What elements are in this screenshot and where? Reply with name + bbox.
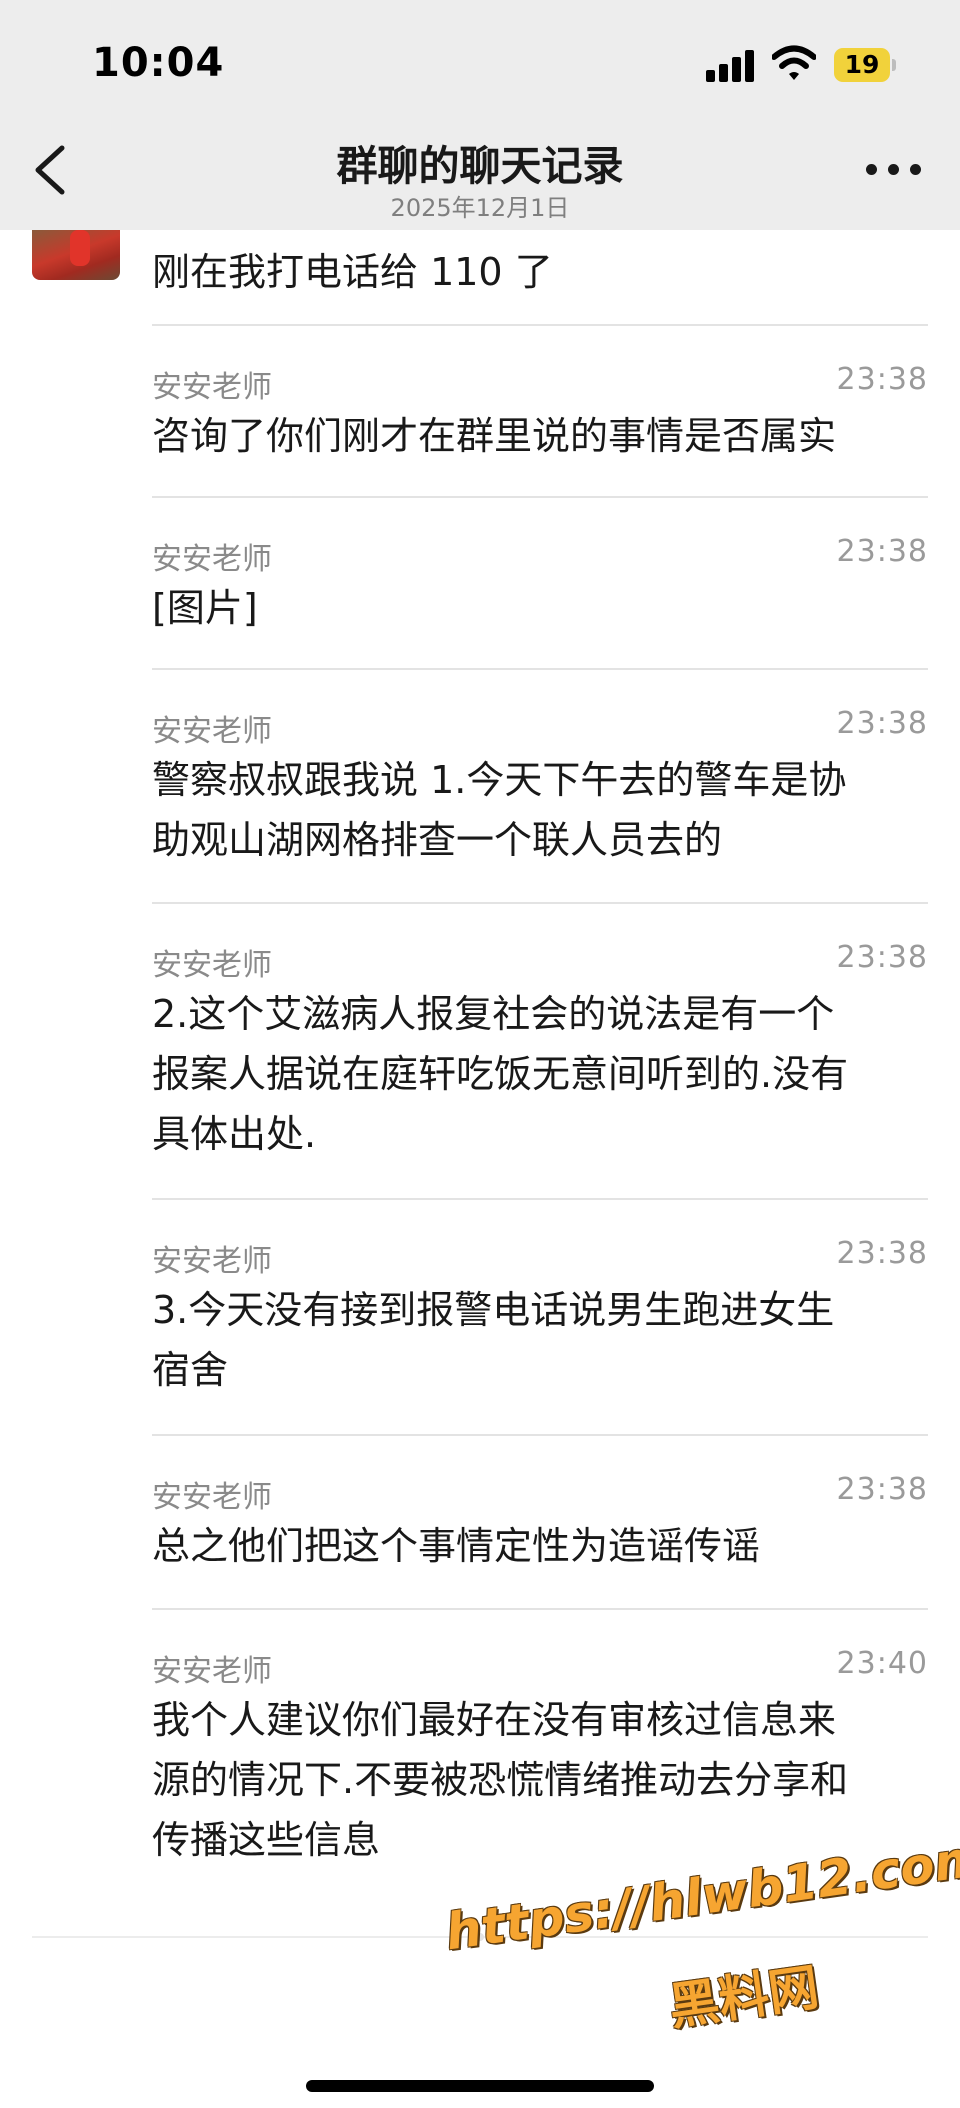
message-time: 23:38 — [836, 1236, 928, 1271]
list-item[interactable]: 安安老师 23:38 咨询了你们刚才在群里说的事情是否属实 — [152, 362, 928, 472]
avatar[interactable] — [32, 230, 120, 280]
message-text: 总之他们把这个事情定性为造谣传谣 — [152, 1524, 761, 1568]
divider — [152, 496, 928, 498]
message-time: 23:40 — [836, 1646, 928, 1681]
divider — [152, 902, 928, 904]
status-bar: 10:04 19 — [0, 0, 960, 112]
sender-name: 安安老师 — [152, 1654, 272, 1689]
message-text: 警察叔叔跟我说 1.今天下午去的警车是协 助观山湖网格排查一个联人员去的 — [152, 758, 847, 862]
more-icon[interactable] — [866, 162, 922, 178]
message-time: 23:38 — [836, 706, 928, 741]
battery-icon: 19 — [834, 48, 896, 82]
divider — [152, 1608, 928, 1610]
message-image-placeholder[interactable]: [图片] — [152, 578, 928, 638]
list-item[interactable]: 安安老师 23:38 总之他们把这个事情定性为造谣传谣 — [152, 1472, 928, 1582]
sender-name: 安安老师 — [152, 714, 272, 749]
message-time: 23:38 — [836, 362, 928, 397]
message-text: 咨询了你们刚才在群里说的事情是否属实 — [152, 414, 837, 458]
list-item[interactable]: 安安老师 23:38 3.今天没有接到报警电话说男生跑进女生 宿舍 — [152, 1236, 928, 1406]
divider — [152, 324, 928, 326]
message-text: 刚在我打电话给 110 了 — [152, 250, 553, 294]
message-text: 我个人建议你们最好在没有审核过信息来 源的情况下.不要被恐慌情绪推动去分享和 传… — [152, 1698, 849, 1862]
list-item[interactable]: 安安老师 23:38 警察叔叔跟我说 1.今天下午去的警车是协 助观山湖网格排查… — [152, 706, 928, 876]
divider — [152, 1434, 928, 1436]
signal-icon — [706, 48, 754, 82]
message-time: 23:38 — [836, 940, 928, 975]
list-item[interactable]: 安安老师 23:40 我个人建议你们最好在没有审核过信息来 源的情况下.不要被恐… — [152, 1646, 928, 1876]
divider — [152, 668, 928, 670]
watermark-name: 黑料网 — [665, 1958, 823, 2037]
sender-name: 安安老师 — [152, 1480, 272, 1515]
message-text: 2.这个艾滋病人报复社会的说法是有一个 报案人据说在庭轩吃饭无意间听到的.没有 … — [152, 992, 849, 1156]
nav-bar: 群聊的聊天记录 2025年12月1日 — [0, 112, 960, 230]
sender-name: 安安老师 — [152, 948, 272, 983]
home-indicator[interactable] — [306, 2080, 654, 2092]
message-text: 3.今天没有接到报警电话说男生跑进女生 宿舍 — [152, 1288, 835, 1392]
list-item[interactable]: 安安老师 23:38 [图片] — [152, 534, 928, 644]
page-date: 2025年12月1日 — [390, 194, 570, 222]
list-item[interactable]: 安安老师 23:38 2.这个艾滋病人报复社会的说法是有一个 报案人据说在庭轩吃… — [152, 940, 928, 1170]
message-time: 23:38 — [836, 534, 928, 569]
divider — [152, 1198, 928, 1200]
wifi-icon — [772, 45, 816, 80]
page-title: 群聊的聊天记录 — [336, 142, 624, 190]
sender-name: 安安老师 — [152, 370, 272, 405]
sender-name: 安安老师 — [152, 542, 272, 577]
sender-name: 安安老师 — [152, 1244, 272, 1279]
status-time: 10:04 — [92, 40, 225, 86]
list-item: 刚在我打电话给 110 了 — [152, 242, 928, 302]
battery-level: 19 — [844, 50, 880, 79]
message-time: 23:38 — [836, 1472, 928, 1507]
